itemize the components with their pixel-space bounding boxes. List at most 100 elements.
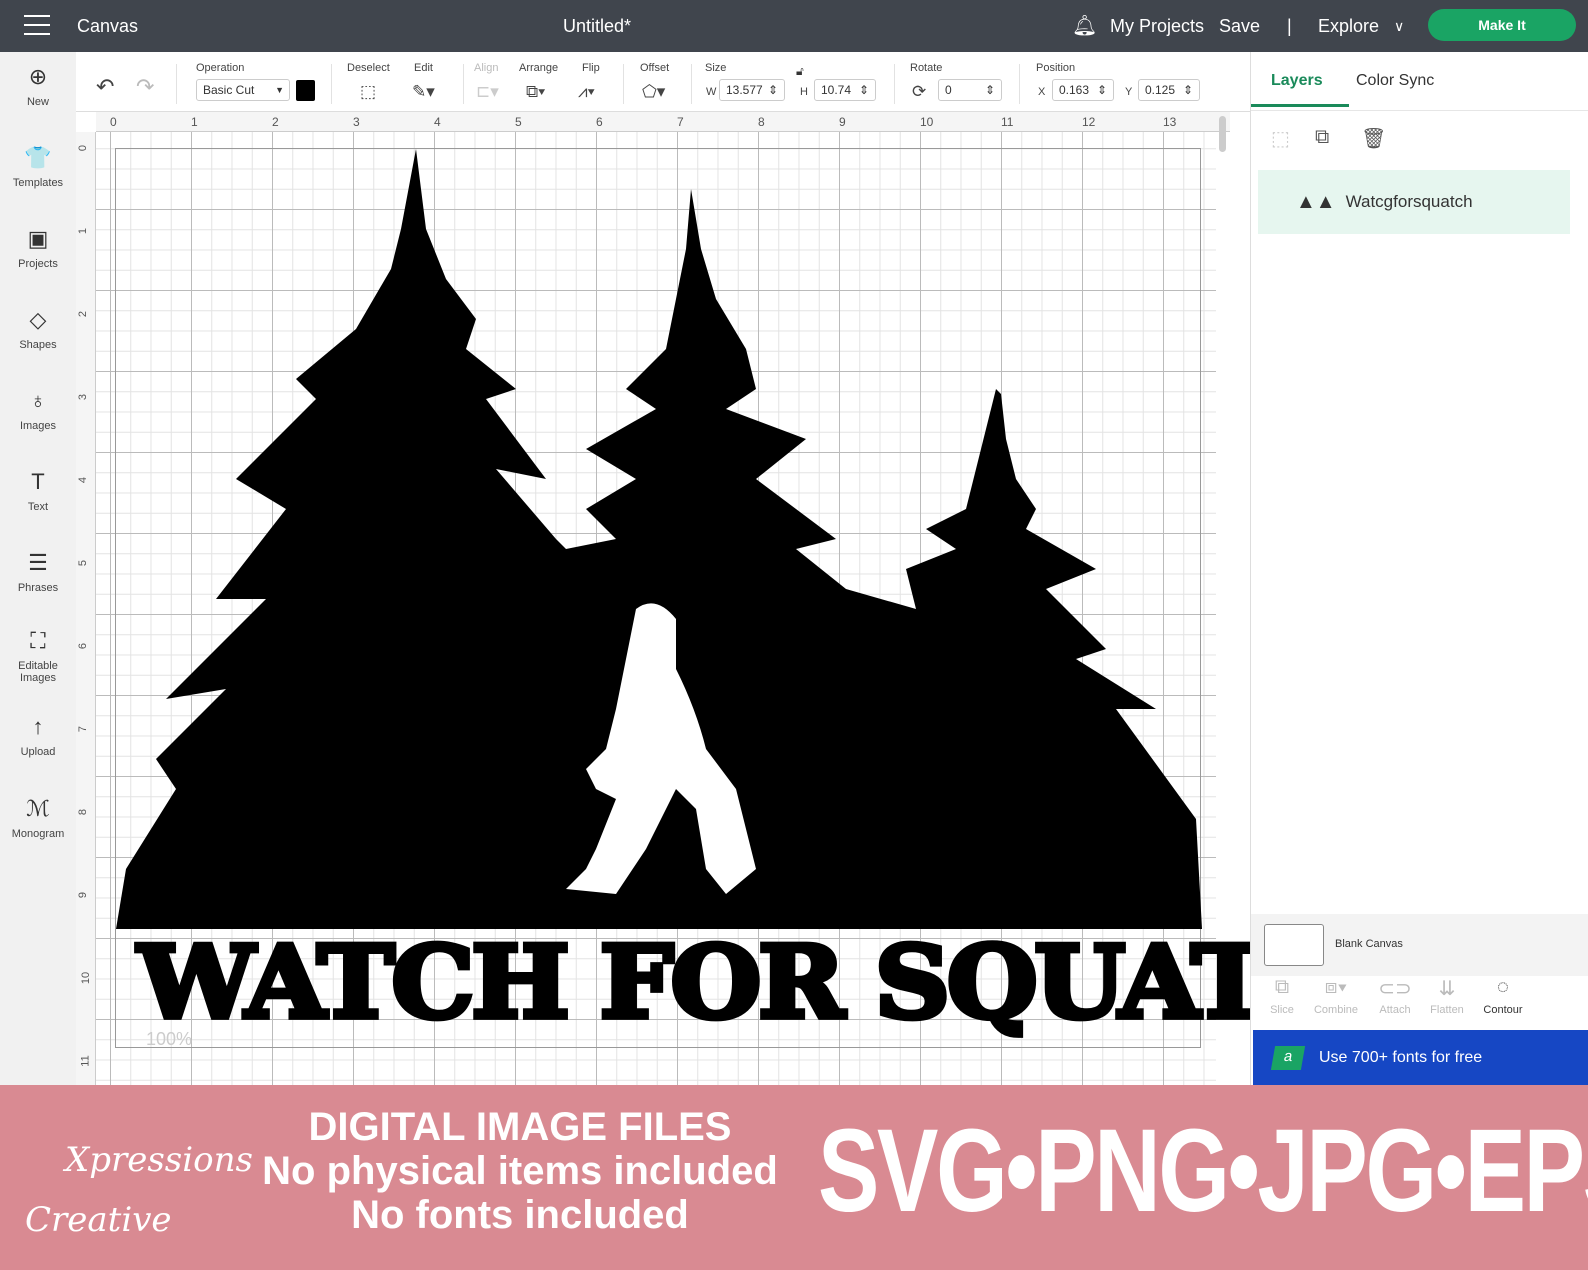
sidebar-item-phrases[interactable]: ☰ Phrases <box>0 550 76 594</box>
banner-line-2: No physical items included <box>262 1149 778 1193</box>
blank-canvas-row[interactable]: Blank Canvas <box>1251 914 1588 976</box>
width-input[interactable]: 13.577 ⇕ <box>719 79 785 101</box>
size-label: Size <box>705 62 727 74</box>
height-input[interactable]: 10.74 ⇕ <box>814 79 876 101</box>
flatten-button[interactable]: ⇊ Flatten <box>1417 976 1477 1016</box>
design-text: WATCH FOR SQUATCH <box>135 921 1446 1044</box>
sidebar-item-monogram[interactable]: ℳ Monogram <box>0 796 76 840</box>
ruler-tick-label: 2 <box>77 310 90 318</box>
edit-toolbar: ↶ ↷ Operation Basic Cut ▼ Deselect ⬚ Edit… <box>76 52 1250 112</box>
ruler-tick-label: 9 <box>839 115 846 129</box>
blank-canvas-swatch[interactable] <box>1264 924 1324 966</box>
explore-menu[interactable]: Explore <box>1318 16 1379 37</box>
sidebar-item-label: Shapes <box>19 339 57 351</box>
offset-label: Offset <box>640 62 670 74</box>
sidebar-item-label: New <box>26 96 49 108</box>
sidebar-item-new[interactable]: ⊕ New <box>0 64 76 108</box>
sidebar-item-text[interactable]: T Text <box>0 469 76 513</box>
flip-label: Flip <box>582 62 600 74</box>
my-projects-link[interactable]: My Projects <box>1110 16 1204 37</box>
height-value: 10.74 <box>821 83 852 97</box>
y-label: Y <box>1125 86 1133 98</box>
arrange-icon[interactable]: ⧉▾ <box>526 82 545 102</box>
menu-icon[interactable] <box>24 15 50 35</box>
ruler-tick-label: 3 <box>353 115 360 129</box>
promo-text: Use 700+ fonts for free <box>1319 1048 1483 1066</box>
contour-button[interactable]: ◌ Contour <box>1473 976 1533 1016</box>
fonts-promo-banner[interactable]: a Use 700+ fonts for free <box>1253 1030 1588 1085</box>
redo-icon[interactable]: ↷ <box>136 74 154 100</box>
deselect-icon[interactable]: ⬚ <box>360 82 376 102</box>
tab-layers[interactable]: Layers <box>1271 72 1323 90</box>
edit-label: Edit <box>414 62 433 74</box>
x-label: X <box>1038 86 1046 98</box>
sidebar-item-label: Images <box>19 420 57 432</box>
projects-icon: ▣ <box>27 226 49 251</box>
sidebar-item-projects[interactable]: ▣ Projects <box>0 226 76 270</box>
chevron-down-icon[interactable]: ∨ <box>1394 18 1404 35</box>
operation-label: Operation <box>196 62 245 74</box>
sidebar-item-editable[interactable]: ⛶ Editable Images <box>0 628 76 684</box>
ruler-left: 0 1 2 3 4 5 6 7 8 9 10 11 <box>76 132 96 1085</box>
lock-icon[interactable]: 🔓︎ <box>796 64 804 79</box>
ruler-tick-label: 6 <box>77 642 90 650</box>
ruler-tick-label: 10 <box>920 115 934 129</box>
rotate-input[interactable]: 0 ⇕ <box>938 79 1002 101</box>
trees-thumbnail-icon: ▲▲ <box>1296 190 1336 213</box>
app-name: Canvas <box>77 15 139 36</box>
banner-line-1: DIGITAL IMAGE FILES <box>308 1105 732 1149</box>
sidebar-item-label: Monogram <box>11 828 65 840</box>
deselect-label: Deselect <box>347 62 390 74</box>
phrases-icon: ☰ <box>28 550 48 575</box>
paperclip-icon: ⊂⊃ <box>1378 978 1412 1000</box>
operation-select[interactable]: Basic Cut ▼ <box>196 79 290 101</box>
ruler-tick-label: 4 <box>434 115 441 129</box>
make-it-button[interactable]: Make It <box>1428 9 1576 41</box>
zoom-indicator[interactable]: 100% <box>146 1029 192 1050</box>
layer-item[interactable]: ▲▲ Watcgforsquatch <box>1258 170 1570 234</box>
scrollbar[interactable] <box>1219 116 1226 152</box>
ruler-tick-label: 5 <box>515 115 522 129</box>
ruler-top: 0 1 2 3 4 5 6 7 8 9 10 11 12 13 <box>96 112 1230 132</box>
promo-badge-icon: a <box>1270 1045 1306 1070</box>
align-icon[interactable]: ⊏▾ <box>476 82 499 102</box>
save-button[interactable]: Save <box>1219 16 1260 37</box>
offset-icon[interactable]: ⬠▾ <box>642 82 665 102</box>
rotate-icon[interactable]: ⟳ <box>912 82 926 102</box>
height-label: H <box>800 86 808 98</box>
file-formats: SVG•PNG•JPG•EPS <box>818 1105 1588 1237</box>
y-value: 0.125 <box>1145 83 1176 97</box>
group-icon[interactable]: ⬚ <box>1271 126 1290 151</box>
rotate-label: Rotate <box>910 62 943 74</box>
sidebar-item-upload[interactable]: ↑ Upload <box>0 714 76 758</box>
x-input[interactable]: 0.163 ⇕ <box>1052 79 1114 101</box>
ruler-tick-label: 12 <box>1082 115 1096 129</box>
duplicate-icon[interactable]: ⧉ <box>1315 126 1329 149</box>
sidebar-item-label: Editable <box>18 660 58 672</box>
combine-button[interactable]: ⧈▾ Combine <box>1306 976 1366 1016</box>
sidebar-item-label: Images <box>19 672 57 684</box>
trash-icon[interactable]: 🗑︎ <box>1361 126 1386 151</box>
sidebar-item-shapes[interactable]: ◇ Shapes <box>0 307 76 351</box>
sidebar-item-label: Phrases <box>17 582 59 594</box>
layers-panel: Layers Color Sync ⬚ ⧉ 🗑︎ ▲▲ Watcgforsqua… <box>1250 52 1588 1085</box>
y-input[interactable]: 0.125 ⇕ <box>1138 79 1200 101</box>
design-artwork[interactable]: WATCH FOR SQUATCH 100% <box>115 148 1446 1050</box>
ruler-tick-label: 0 <box>110 115 117 129</box>
slice-button[interactable]: ⧉ Slice <box>1252 976 1312 1016</box>
undo-icon[interactable]: ↶ <box>96 74 114 100</box>
attach-button[interactable]: ⊂⊃ Attach <box>1365 976 1425 1016</box>
operation-value: Basic Cut <box>203 83 255 97</box>
slice-icon: ⧉ <box>1274 976 1290 998</box>
ruler-tick-label: 1 <box>191 115 198 129</box>
sidebar-item-images[interactable]: ♁ Images <box>0 388 76 432</box>
ruler-tick-label: 7 <box>677 115 684 129</box>
bell-icon[interactable]: 🔔︎ <box>1072 13 1097 38</box>
pencil-icon[interactable]: ✎▾ <box>412 82 435 102</box>
sidebar-item-templates[interactable]: 👕 Templates <box>0 145 76 189</box>
flip-icon[interactable]: ⩘▾ <box>578 82 595 102</box>
tab-color-sync[interactable]: Color Sync <box>1356 72 1434 90</box>
sidebar-item-label: Upload <box>20 746 56 758</box>
sidebar-item-label: Templates <box>12 177 64 189</box>
color-swatch[interactable] <box>296 80 315 101</box>
